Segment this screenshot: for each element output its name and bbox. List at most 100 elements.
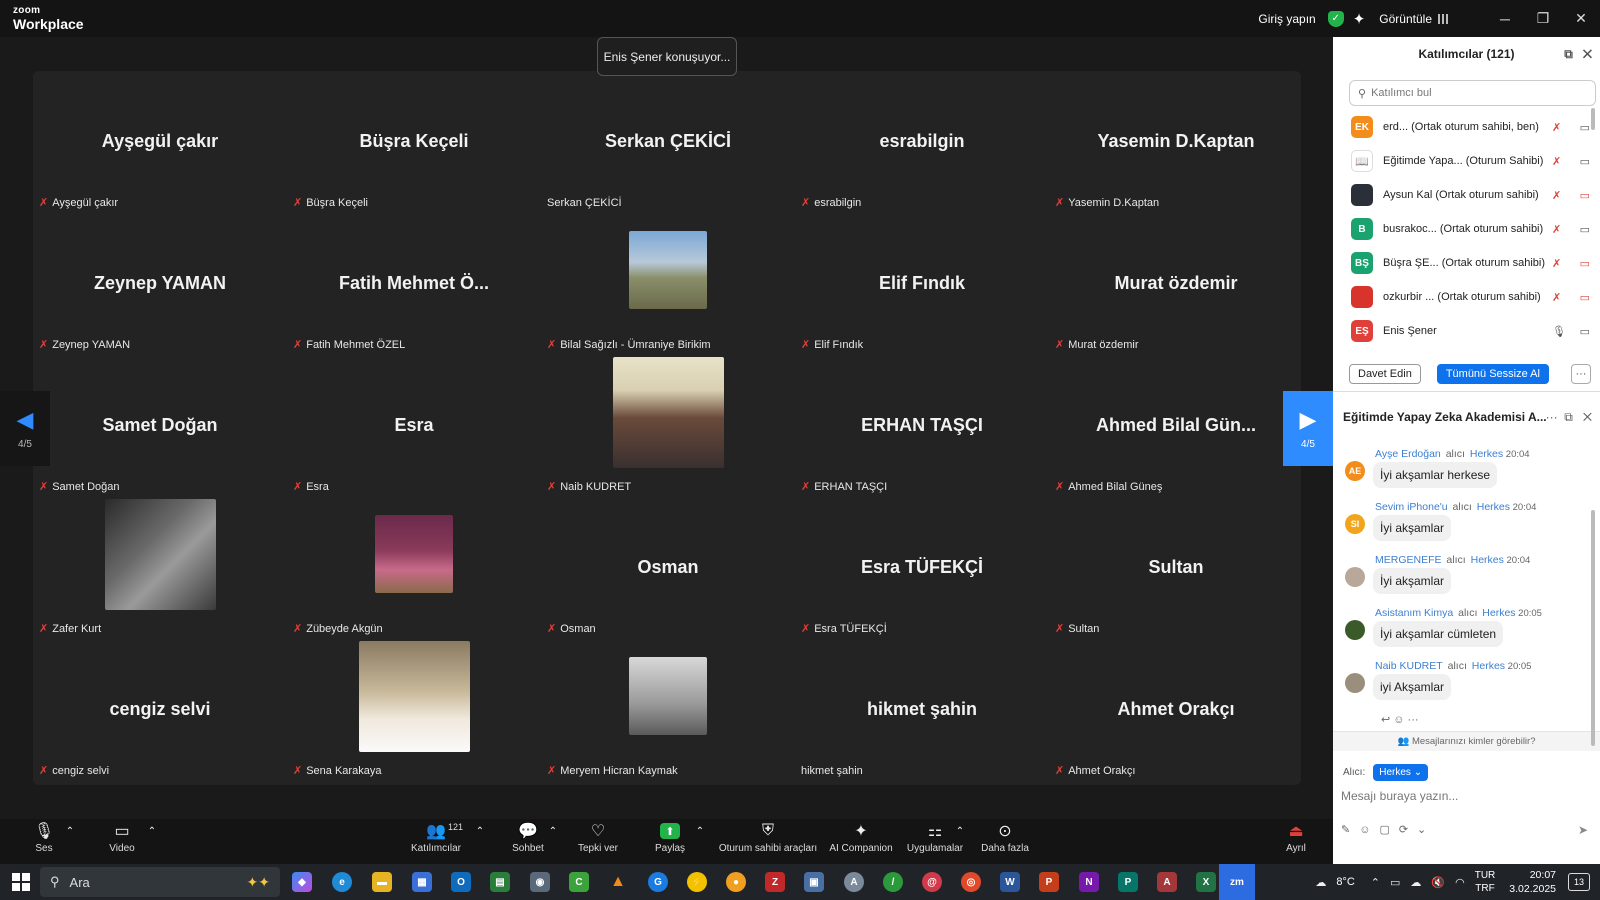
participant-video-tile[interactable]: ✗ Bilal Sağızlı - Ümraniye Birikim	[541, 213, 795, 355]
close-icon[interactable]: ✕	[1583, 410, 1592, 424]
word-icon[interactable]: W	[1000, 872, 1020, 892]
access-icon[interactable]: A	[1157, 872, 1177, 892]
chrome-icon[interactable]: ◎	[961, 872, 981, 892]
chat-message[interactable]: Naib KUDRET alıcı Herkes 20:05 iyi Akşaml…	[1333, 658, 1600, 711]
participant-list[interactable]: EK erd... (Ortak oturum sahibi, ben) ✗ ▭ 📖 Eğ…	[1333, 110, 1600, 356]
participant-video-tile[interactable]: Zeynep YAMAN ✗ Zeynep YAMAN	[33, 213, 287, 355]
more-icon[interactable]: ···	[1546, 410, 1558, 424]
microphone-icon[interactable]: 🎙	[1552, 325, 1566, 338]
chat-sender[interactable]: MERGENEFE	[1375, 554, 1442, 566]
app-icon[interactable]: ◉	[530, 872, 550, 892]
chat-options-caret[interactable]: ⌃	[547, 819, 559, 864]
chat-sender[interactable]: Sevim iPhone'u	[1375, 501, 1448, 513]
video-off-icon[interactable]: ▭	[1580, 257, 1590, 270]
encryption-shield-icon[interactable]: ✓	[1327, 10, 1344, 27]
participant-video-tile[interactable]: Büşra Keçeli ✗ Büşra Keçeli	[287, 71, 541, 213]
participant-row[interactable]: EK erd... (Ortak oturum sahibi, ben) ✗ ▭	[1333, 110, 1600, 144]
participant-video-tile[interactable]: ✗ Zübeyde Akgün	[287, 497, 541, 639]
mute-all-button[interactable]: Tümünü Sessize Al	[1436, 363, 1549, 384]
video-icon[interactable]: ▭	[1580, 325, 1590, 338]
video-off-icon[interactable]: ▭	[1580, 189, 1590, 202]
chevron-up-icon[interactable]: ⌃	[1371, 876, 1380, 889]
recipient-dropdown[interactable]: Herkes ⌄	[1373, 763, 1429, 781]
windows-start-icon[interactable]	[12, 873, 30, 891]
popout-icon[interactable]: ⧉	[1564, 410, 1573, 424]
leave-button[interactable]: ⏏ Ayrıl	[1280, 819, 1312, 864]
app-icon[interactable]: ▤	[490, 872, 510, 892]
chat-messages[interactable]: AE Ayşe Erdoğan alıcı Herkes 20:04 İyi akş…	[1333, 434, 1600, 738]
popout-icon[interactable]: ⧉	[1564, 47, 1573, 61]
file-explorer-icon[interactable]: ▬	[372, 872, 392, 892]
edge-browser-icon[interactable]: e	[332, 872, 352, 892]
participant-row[interactable]: EŞ Enis Şener 🎙 ▭	[1333, 314, 1600, 348]
sign-in-link[interactable]: Giriş yapın	[1258, 12, 1315, 26]
microphone-muted-icon[interactable]: ✗	[1552, 257, 1561, 270]
app-icon[interactable]: ⚡	[687, 872, 707, 892]
participant-video-tile[interactable]: Ahmet Orakçı ✗ Ahmet Orakçı	[1049, 639, 1303, 781]
clock[interactable]: 20:07 3.02.2025	[1509, 868, 1556, 896]
view-button[interactable]: Görüntüle	[1379, 12, 1432, 26]
chat-message[interactable]: SI Sevim iPhone'u alıcı Herkes 20:04 İyi a…	[1333, 499, 1600, 552]
app-icon[interactable]: G	[648, 872, 668, 892]
chat-sender[interactable]: Asistanım Kimya	[1375, 607, 1453, 619]
close-icon[interactable]: ✕	[1583, 47, 1592, 61]
ai-companion-icon[interactable]: ✦	[1353, 10, 1366, 28]
maximize-button[interactable]: ❐	[1524, 10, 1562, 27]
store-icon[interactable]: ▦	[412, 872, 432, 892]
filezilla-icon[interactable]: Z	[765, 872, 785, 892]
video-icon[interactable]: ▭	[1580, 121, 1590, 134]
chat-message[interactable]: MERGENEFE alıcı Herkes 20:04 İyi akşamlar	[1333, 552, 1600, 605]
participant-search-input[interactable]: ⚲ Katılımcı bul	[1349, 80, 1596, 106]
display-icon[interactable]: ▭	[1390, 876, 1400, 889]
participant-video-tile[interactable]: Samet Doğan ✗ Samet Doğan	[33, 355, 287, 497]
who-can-see-link[interactable]: 👥 Mesajlarınızı kimler görebilir?	[1333, 731, 1600, 751]
video-icon[interactable]: ▭	[1580, 223, 1590, 236]
chat-button[interactable]: 💬 Sohbet	[506, 819, 550, 864]
outlook-icon[interactable]: O	[451, 872, 471, 892]
chat-message[interactable]: Asistanım Kimya alıcı Herkes 20:05 İyi ak…	[1333, 605, 1600, 658]
app-icon[interactable]: @	[922, 872, 942, 892]
participant-video-tile[interactable]: ✗ Sena Karakaya	[287, 639, 541, 781]
microphone-muted-icon[interactable]: ✗	[1552, 189, 1561, 202]
participant-video-tile[interactable]: Esra TÜFEKÇİ ✗ Esra TÜFEKÇİ	[795, 497, 1049, 639]
chat-sender[interactable]: Ayşe Erdoğan	[1375, 448, 1441, 460]
chat-sender[interactable]: Naib KUDRET	[1375, 660, 1443, 672]
invite-button[interactable]: Davet Edin	[1349, 363, 1421, 384]
participants-button[interactable]: 👥 Katılımcılar 121	[406, 819, 466, 864]
taskbar-search-box[interactable]: ⚲ Ara ✦✦	[40, 867, 280, 897]
microphone-muted-icon[interactable]: ✗	[1552, 291, 1561, 304]
message-actions[interactable]: ↩ ☺ ···	[1381, 713, 1419, 726]
participant-video-tile[interactable]: esrabilgin ✗ esrabilgin	[795, 71, 1049, 213]
participant-video-tile[interactable]: Murat özdemir ✗ Murat özdemir	[1049, 213, 1303, 355]
app-icon[interactable]: A	[844, 872, 864, 892]
language-indicator[interactable]: TUR TRF	[1475, 869, 1496, 895]
participant-row[interactable]: Bbusrakoc... (Ortak oturum sahibi) ✗ ▭	[1333, 212, 1600, 246]
microphone-muted-icon[interactable]: ✗	[1552, 223, 1561, 236]
participant-video-tile[interactable]: ✗ Naib KUDRET	[541, 355, 795, 497]
participant-video-tile[interactable]: Elif Fındık ✗ Elif Fındık	[795, 213, 1049, 355]
chat-message[interactable]: AE Ayşe Erdoğan alıcı Herkes 20:04 İyi akş…	[1333, 446, 1600, 499]
chat-scrollbar[interactable]	[1591, 510, 1595, 746]
video-icon[interactable]: ▭	[1580, 155, 1590, 168]
video-options-caret[interactable]: ⌃	[146, 819, 158, 864]
send-icon[interactable]: ➤	[1578, 823, 1588, 837]
participant-video-tile[interactable]: Yasemin D.Kaptan ✗ Yasemin D.Kaptan	[1049, 71, 1303, 213]
app-icon[interactable]: ●	[726, 872, 746, 892]
participant-row[interactable]: Aysun Kal (Ortak oturum sahibi) ✗ ▭	[1333, 178, 1600, 212]
participants-options-caret[interactable]: ⌃	[474, 819, 486, 864]
more-options-button[interactable]: ···	[1570, 363, 1591, 384]
microphone-muted-icon[interactable]: ✗	[1552, 121, 1561, 134]
wifi-icon[interactable]: ◠	[1455, 876, 1465, 889]
vlc-icon[interactable]: ▲	[608, 872, 628, 892]
audio-button[interactable]: 🎙 Ses	[22, 819, 66, 864]
speaker-muted-icon[interactable]: 🔇	[1431, 876, 1445, 889]
publisher-icon[interactable]: P	[1118, 872, 1138, 892]
zoom-taskbar-icon[interactable]: zm	[1219, 864, 1255, 900]
host-tools-button[interactable]: ⛨ Oturum sahibi araçları	[716, 819, 820, 864]
cloud-icon[interactable]: ☁	[1410, 876, 1421, 889]
participant-scrollbar[interactable]	[1591, 108, 1595, 130]
participant-video-tile[interactable]: ✗ Zafer Kurt	[33, 497, 287, 639]
participant-video-tile[interactable]: Serkan ÇEKİCİ Serkan ÇEKİCİ	[541, 71, 795, 213]
share-options-caret[interactable]: ⌃	[694, 819, 706, 864]
participant-row[interactable]: ozkurbir ... (Ortak oturum sahibi) ✗ ▭	[1333, 280, 1600, 314]
